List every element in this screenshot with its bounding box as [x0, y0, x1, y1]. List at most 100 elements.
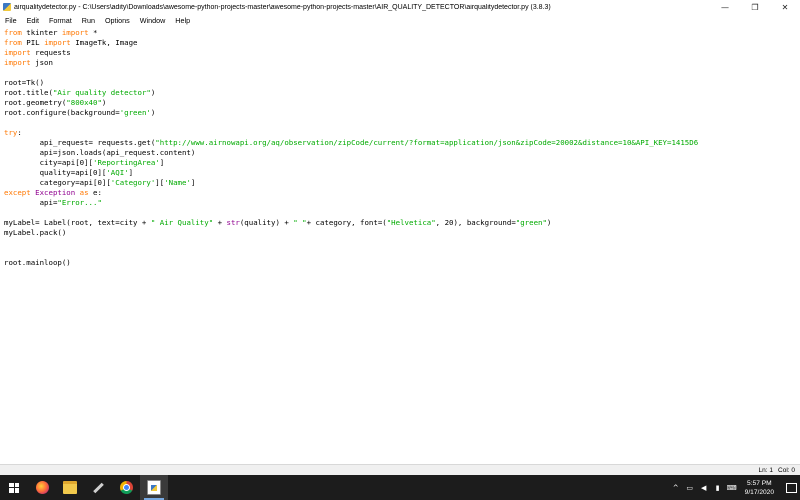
code-token: import: [4, 48, 31, 57]
code-token: "Error...": [57, 198, 102, 207]
code-line[interactable]: city=api[0]['ReportingArea']: [4, 158, 800, 168]
code-text-area[interactable]: from tkinter import * from PIL import Ima…: [0, 26, 800, 268]
code-line[interactable]: myLabel.pack(): [4, 228, 800, 238]
code-line[interactable]: try:: [4, 128, 800, 138]
code-line[interactable]: root.configure(background='green'): [4, 108, 800, 118]
code-token: 'ReportingArea': [93, 158, 160, 167]
code-token: as: [79, 188, 89, 197]
taskbar-file-explorer[interactable]: [56, 475, 84, 500]
code-token: import: [4, 58, 31, 67]
maximize-button[interactable]: ❐: [740, 0, 770, 14]
taskbar-firefox[interactable]: [28, 475, 56, 500]
code-line[interactable]: api="Error...": [4, 198, 800, 208]
code-line[interactable]: api=json.loads(api_request.content): [4, 148, 800, 158]
code-line[interactable]: [4, 68, 800, 78]
folder-icon: [63, 481, 77, 494]
taskbar: ^ ▭ ◀ ▮ ⌨ 5:57 PM 9/17/2020: [0, 475, 800, 500]
code-token: from: [4, 28, 22, 37]
menu-options[interactable]: Options: [100, 16, 135, 25]
code-line[interactable]: [4, 248, 800, 258]
code-token: api=: [4, 198, 58, 207]
code-line[interactable]: import requests: [4, 48, 800, 58]
code-token: ]: [159, 158, 165, 167]
code-line[interactable]: root.mainloop(): [4, 258, 800, 268]
code-token: ): [546, 218, 552, 227]
code-token: ]: [128, 168, 134, 177]
code-line[interactable]: api_request= requests.get("http://www.ai…: [4, 138, 800, 148]
menu-edit[interactable]: Edit: [22, 16, 44, 25]
code-token: *: [88, 28, 98, 37]
menu-window[interactable]: Window: [135, 16, 171, 25]
code-line[interactable]: import json: [4, 58, 800, 68]
code-token: ): [150, 88, 156, 97]
code-line[interactable]: [4, 118, 800, 128]
code-token: "800x40": [66, 98, 102, 107]
network-icon[interactable]: ▭: [683, 475, 697, 500]
cursor-line: Ln: 1: [758, 467, 774, 474]
firefox-icon: [35, 481, 49, 494]
code-line[interactable]: myLabel= Label(root, text=city + " Air Q…: [4, 218, 800, 228]
python-file-icon: [147, 480, 161, 495]
code-line[interactable]: quality=api[0]['AQI']: [4, 168, 800, 178]
menu-file[interactable]: File: [0, 16, 22, 25]
minimize-button[interactable]: —: [710, 0, 740, 14]
clock[interactable]: 5:57 PM 9/17/2020: [745, 479, 774, 497]
volume-icon[interactable]: ◀: [697, 475, 711, 500]
code-token: , 20), background=: [435, 218, 516, 227]
code-line[interactable]: root.geometry("800x40"): [4, 98, 800, 108]
code-token: root.mainloop(): [4, 258, 71, 267]
code-token: requests: [30, 48, 71, 57]
battery-icon[interactable]: ▮: [711, 475, 725, 500]
code-token: try: [4, 128, 18, 137]
code-line[interactable]: from tkinter import *: [4, 28, 800, 38]
taskbar-tool[interactable]: [84, 475, 112, 500]
code-token: quality=api[0][: [4, 168, 107, 177]
code-line[interactable]: root.title("Air quality detector"): [4, 88, 800, 98]
code-token: e:: [88, 188, 102, 197]
cursor-column: Col: 0: [778, 467, 795, 474]
taskbar-python-editor[interactable]: [140, 475, 168, 500]
code-token: " Air Quality": [150, 218, 214, 227]
code-token: root.geometry(: [4, 98, 67, 107]
notification-icon[interactable]: [782, 475, 800, 500]
window-title-bar[interactable]: airqualitydetector.py - C:\Users\adity\D…: [0, 0, 800, 14]
code-token: import: [61, 28, 89, 37]
tray-chevron-icon[interactable]: ^: [669, 475, 683, 500]
clock-date: 9/17/2020: [744, 488, 774, 496]
clock-time: 5:57 PM: [747, 479, 772, 487]
code-token: api=json.loads(api_request.content): [4, 148, 196, 157]
code-token: root.configure(background=: [4, 108, 120, 117]
code-line[interactable]: root=Tk(): [4, 78, 800, 88]
code-editor[interactable]: from tkinter import * from PIL import Ima…: [0, 26, 800, 464]
taskbar-chrome[interactable]: [112, 475, 140, 500]
menu-format[interactable]: Format: [44, 16, 77, 25]
menu-bar: File Edit Format Run Options Window Help: [0, 14, 800, 26]
code-token: Exception: [35, 188, 76, 197]
code-line[interactable]: from PIL import ImageTk, Image: [4, 38, 800, 48]
system-tray: ^ ▭ ◀ ▮ ⌨ 5:57 PM 9/17/2020: [669, 475, 800, 500]
code-token: + category, font=(: [306, 218, 387, 227]
code-token: ImageTk, Image: [70, 38, 138, 47]
start-button[interactable]: [0, 475, 28, 500]
code-token: from: [4, 38, 22, 47]
code-line[interactable]: category=api[0]['Category']['Name']: [4, 178, 800, 188]
menu-help[interactable]: Help: [170, 16, 195, 25]
code-token: str: [226, 218, 240, 227]
code-line[interactable]: except Exception as e:: [4, 188, 800, 198]
code-token: PIL: [21, 38, 45, 47]
code-line[interactable]: [4, 238, 800, 248]
code-token: root.title(: [4, 88, 53, 97]
code-line[interactable]: [4, 208, 800, 218]
window-controls: — ❐ ✕: [710, 0, 800, 14]
code-token: "Air quality detector": [52, 88, 151, 97]
window-title: airqualitydetector.py - C:\Users\adity\D…: [14, 3, 551, 11]
code-token: json: [30, 58, 53, 67]
menu-run[interactable]: Run: [77, 16, 100, 25]
python-idle-icon: [3, 3, 11, 11]
close-button[interactable]: ✕: [770, 0, 800, 14]
chrome-icon: [119, 481, 133, 494]
keyboard-icon[interactable]: ⌨: [725, 475, 739, 500]
code-token: category=api[0][: [4, 178, 111, 187]
code-token: " ": [293, 218, 307, 227]
code-token: "http://www.airnowapi.org/aq/observation…: [155, 138, 699, 147]
